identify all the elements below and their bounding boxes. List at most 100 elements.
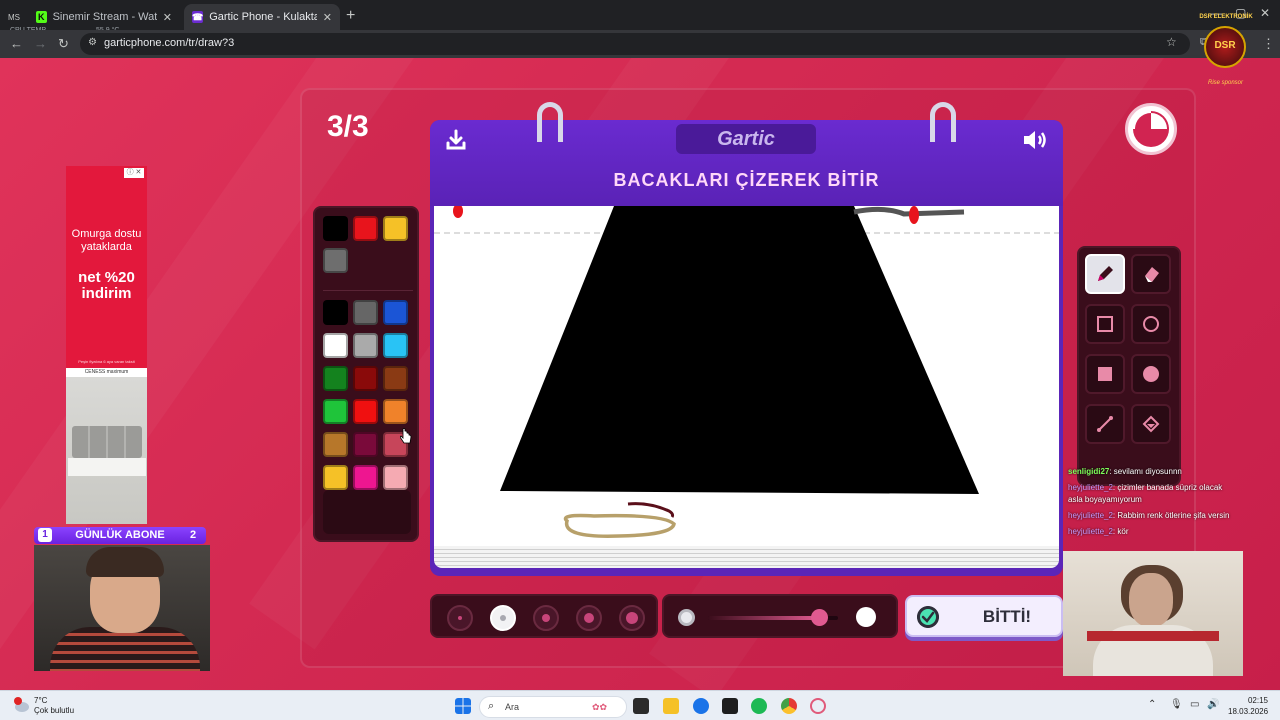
forward-icon[interactable]: → [34, 36, 47, 51]
sponsor-tagline: Rise sponsor [1208, 80, 1244, 86]
color-swatch[interactable] [323, 366, 348, 391]
color-swatch[interactable] [353, 465, 378, 490]
chrome-icon[interactable] [781, 698, 797, 714]
tab-gartic-phone[interactable]: ☎ Gartic Phone - Kulaktan Kulağa ✕ [184, 4, 340, 30]
brush-size-5-button[interactable] [619, 605, 645, 631]
site-info-icon[interactable]: ⚙ [88, 37, 97, 48]
drawing-strokes [434, 206, 1059, 538]
sponsor-name: DSR ELEKTRONİK [1199, 14, 1253, 20]
color-swatch[interactable] [323, 399, 348, 424]
download-icon[interactable] [444, 128, 468, 152]
subs-right-count: 2 [190, 529, 197, 541]
weather-widget[interactable]: 7°C Çok bulutlu [34, 696, 74, 716]
drawn-skirt-shape [500, 206, 979, 494]
reload-icon[interactable]: ↻ [58, 36, 69, 52]
game-page: 3/3 Gartic BACAKLARI ÇİZEREK BİTİR BİTTİ… [0, 58, 1280, 690]
task-view-icon[interactable] [633, 698, 649, 714]
color-swatch[interactable] [353, 366, 378, 391]
network-icon[interactable]: ▭ [1190, 699, 1199, 710]
color-swatch[interactable] [383, 399, 408, 424]
square-outline-icon [1097, 316, 1113, 332]
opera-icon[interactable] [810, 698, 826, 714]
custom-color-slot[interactable] [323, 490, 411, 534]
chat-message: heyjuliette_2: çizimler banada süpriz ol… [1068, 482, 1238, 506]
file-explorer-icon[interactable] [663, 698, 679, 714]
drawn-red-dot [453, 206, 463, 218]
windows-start-icon[interactable] [455, 698, 471, 714]
done-button[interactable]: BİTTİ! [905, 595, 1063, 637]
sound-icon[interactable] [1022, 128, 1050, 152]
timer-icon [1125, 103, 1177, 155]
brush-size-1-button[interactable] [447, 605, 473, 631]
clock-time: 02:15 [1247, 696, 1268, 705]
bookmark-star-icon[interactable]: ☆ [1166, 35, 1177, 49]
search-icon: ⌕ [488, 700, 495, 712]
kick-favicon-icon: K [36, 11, 47, 23]
color-swatch[interactable] [383, 216, 408, 241]
weather-cloud-icon[interactable] [12, 697, 30, 713]
color-swatch[interactable] [383, 300, 408, 325]
ad-choices-icon[interactable]: ⓘ ✕ [124, 168, 144, 178]
settings-icon[interactable] [693, 698, 709, 714]
opacity-slider-handle[interactable] [811, 609, 828, 626]
chat-message: senligidi27: sevilamı diyosunnn [1068, 466, 1238, 478]
microphone-icon[interactable]: 🎙 [1170, 699, 1183, 710]
round-counter: 3/3 [327, 110, 369, 143]
color-swatch[interactable] [323, 432, 348, 457]
brush-size-dot [542, 614, 550, 622]
color-swatch[interactable] [353, 432, 378, 457]
tool-ellipse-filled-button[interactable] [1131, 354, 1171, 394]
brush-size-dot [626, 612, 638, 624]
color-swatch[interactable] [383, 465, 408, 490]
brush-size-3-button[interactable] [533, 605, 559, 631]
tool-rectangle-outline-button[interactable] [1085, 304, 1125, 344]
brush-size-4-button[interactable] [576, 605, 602, 631]
browser-menu-icon[interactable]: ⋮ [1262, 36, 1275, 52]
drawing-canvas[interactable] [434, 206, 1059, 546]
color-swatch[interactable] [323, 333, 348, 358]
tab-close-icon[interactable]: ✕ [163, 11, 172, 24]
spotify-icon[interactable] [751, 698, 767, 714]
color-swatch[interactable] [323, 300, 348, 325]
ad-brands: CENESS maximum [66, 368, 147, 377]
color-swatch[interactable] [323, 465, 348, 490]
streamer-webcam [34, 545, 210, 671]
brush-size-2-button[interactable] [490, 605, 516, 631]
tool-ellipse-outline-button[interactable] [1131, 304, 1171, 344]
color-swatch[interactable] [353, 300, 378, 325]
taskbar-clock[interactable]: 02:15 18.03.2026 [1228, 695, 1268, 717]
tray-chevron-icon[interactable]: ⌃ [1148, 699, 1156, 710]
app-icon[interactable] [722, 698, 738, 714]
tool-eraser-button[interactable] [1131, 254, 1171, 294]
tool-rectangle-filled-button[interactable] [1085, 354, 1125, 394]
ad-headline: Omurga dostu yataklarda [71, 228, 142, 253]
address-bar[interactable]: ⚙ garticphone.com/tr/draw?3 ☆ [80, 33, 1190, 55]
brush-size-bar [430, 594, 658, 638]
color-swatch[interactable] [383, 333, 408, 358]
color-palette [313, 206, 419, 542]
back-icon[interactable]: ← [10, 36, 23, 51]
tab-close-icon[interactable]: ✕ [323, 11, 332, 24]
color-swatch[interactable] [323, 216, 348, 241]
check-icon [917, 606, 939, 628]
color-swatch[interactable] [323, 248, 348, 273]
taskbar-search[interactable]: ⌕ Ara ✿✿ [479, 696, 627, 718]
tab-title: Gartic Phone - Kulaktan Kulağa [209, 11, 317, 23]
tool-pencil-button[interactable] [1085, 254, 1125, 294]
timer-pie-inner [1135, 113, 1167, 145]
color-swatch[interactable] [353, 216, 378, 241]
chat-username: heyjuliette_2 [1068, 527, 1113, 536]
mattress-advertisement[interactable]: ⓘ ✕ Omurga dostu yataklarda net %20 indi… [66, 166, 147, 524]
tool-line-button[interactable] [1085, 404, 1125, 444]
new-tab-icon[interactable]: + [346, 7, 355, 25]
volume-icon[interactable]: 🔊 [1207, 699, 1219, 710]
color-swatch[interactable] [353, 399, 378, 424]
browser-toolbar: ← → ↻ ⚙ garticphone.com/tr/draw?3 ☆ ⧉ ◉ … [0, 30, 1280, 58]
window-close-icon[interactable]: ✕ [1260, 6, 1270, 20]
color-swatch[interactable] [353, 333, 378, 358]
tool-fill-button[interactable] [1131, 404, 1171, 444]
search-highlight-icon: ✿✿ [592, 702, 608, 712]
notebook-page-edges [434, 546, 1059, 568]
color-swatch[interactable] [383, 366, 408, 391]
webcam-hair [86, 547, 164, 577]
